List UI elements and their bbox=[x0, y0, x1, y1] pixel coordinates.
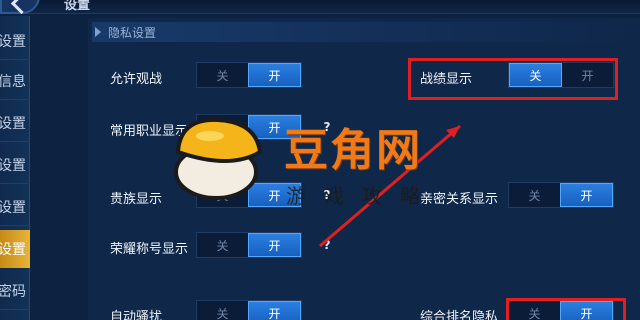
sidebar-item-label: 设置 bbox=[0, 242, 26, 258]
section-title: 隐私设置 bbox=[108, 26, 157, 40]
toggle-off-option[interactable]: 关 bbox=[509, 183, 560, 207]
toggle-auto: 关 开 bbox=[196, 300, 302, 320]
sidebar-item-2[interactable]: 信息 bbox=[0, 62, 30, 100]
setting-label-allow-spectate: 允许观战 bbox=[110, 72, 163, 87]
highlight-box bbox=[408, 58, 618, 100]
sidebar-item-label: 设置 bbox=[0, 33, 26, 50]
watermark-title: 豆角网 bbox=[284, 125, 422, 176]
sidebar-item-label: 设置 bbox=[0, 157, 26, 174]
sidebar-item-7[interactable]: 密码 bbox=[0, 272, 30, 310]
toggle-honor-title: 关 开 bbox=[196, 232, 302, 258]
sidebar-item-5[interactable]: 设置 bbox=[0, 188, 30, 226]
sidebar-item-1[interactable]: 设置 bbox=[0, 22, 30, 60]
highlight-box-bottom bbox=[506, 298, 626, 320]
toggle-off-option[interactable]: 关 bbox=[197, 63, 248, 87]
toggle-on-option[interactable]: 开 bbox=[248, 63, 301, 87]
toggle-on-option[interactable]: 开 bbox=[560, 183, 613, 207]
sidebar-item-6-active[interactable]: 设置 bbox=[0, 230, 30, 268]
watermark-subtitle: 游戏攻略 bbox=[286, 184, 438, 208]
sidebar-item-label: 信息 bbox=[0, 73, 26, 90]
sidebar: 设置 信息 设置 设置 设置 设置 密码 bbox=[0, 16, 30, 320]
setting-label-auto: 自动骚扰 bbox=[110, 310, 163, 320]
sidebar-item-label: 设置 bbox=[0, 199, 26, 216]
toggle-on-option[interactable]: 开 bbox=[248, 233, 301, 257]
sidebar-item-label: 密码 bbox=[0, 283, 26, 300]
section-header bbox=[92, 22, 640, 42]
toggle-off-option[interactable]: 关 bbox=[197, 233, 248, 257]
triangle-right-icon bbox=[95, 27, 101, 37]
sidebar-item-3[interactable]: 设置 bbox=[0, 104, 30, 142]
sidebar-item-label: 设置 bbox=[0, 115, 26, 132]
toggle-intimacy: 关 开 bbox=[508, 182, 614, 208]
page-title: 设置 bbox=[64, 0, 91, 13]
toggle-off-option[interactable]: 关 bbox=[197, 301, 248, 320]
top-bar bbox=[0, 0, 640, 14]
sidebar-item-4[interactable]: 设置 bbox=[0, 146, 30, 184]
toggle-on-option[interactable]: 开 bbox=[248, 301, 301, 320]
toggle-allow-spectate: 关 开 bbox=[196, 62, 302, 88]
setting-label-honor-title: 荣耀称号显示 bbox=[110, 242, 189, 257]
setting-label-noble: 贵族显示 bbox=[110, 192, 163, 207]
bean-logo-icon bbox=[174, 117, 263, 200]
setting-label-ranking: 综合排名隐私 bbox=[420, 310, 499, 320]
